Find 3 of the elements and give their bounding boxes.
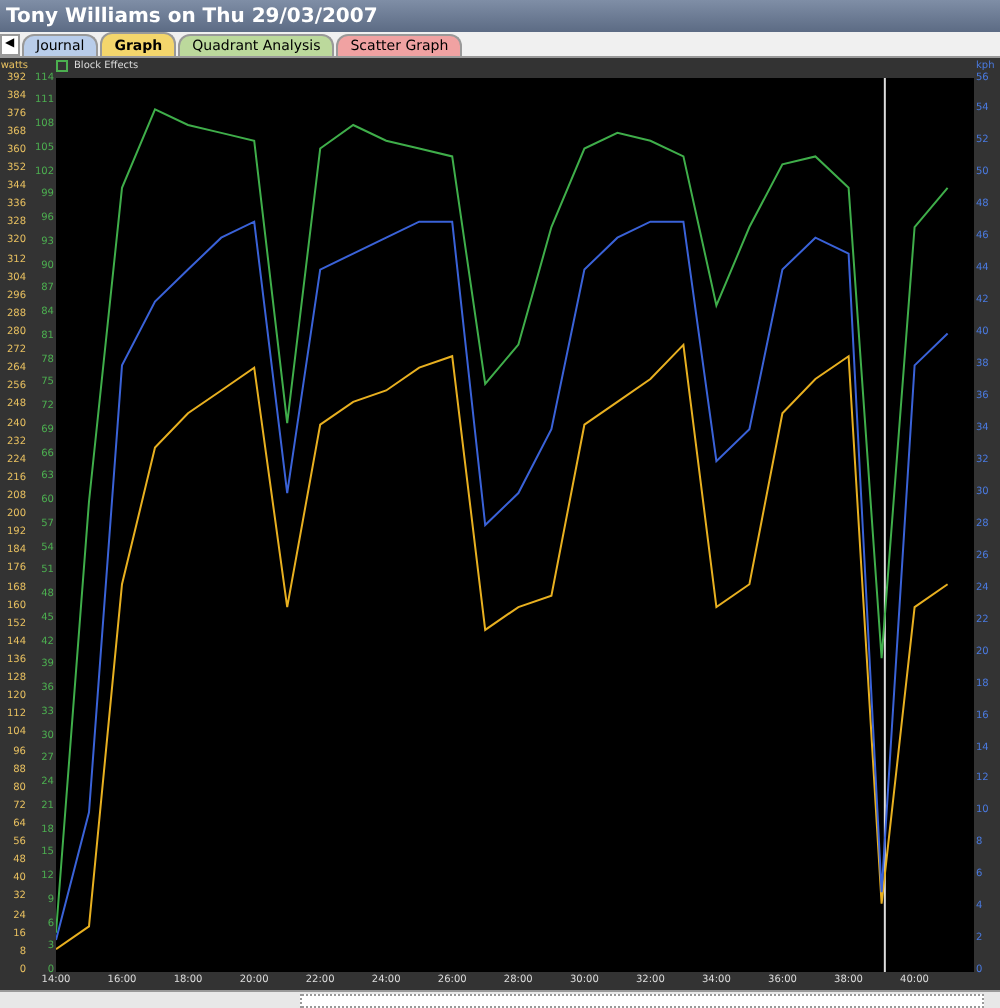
legend-icon: [56, 60, 68, 72]
window-title: Tony Williams on Thu 29/03/2007: [6, 5, 378, 27]
scrollbar-thumb[interactable]: [300, 994, 984, 1008]
